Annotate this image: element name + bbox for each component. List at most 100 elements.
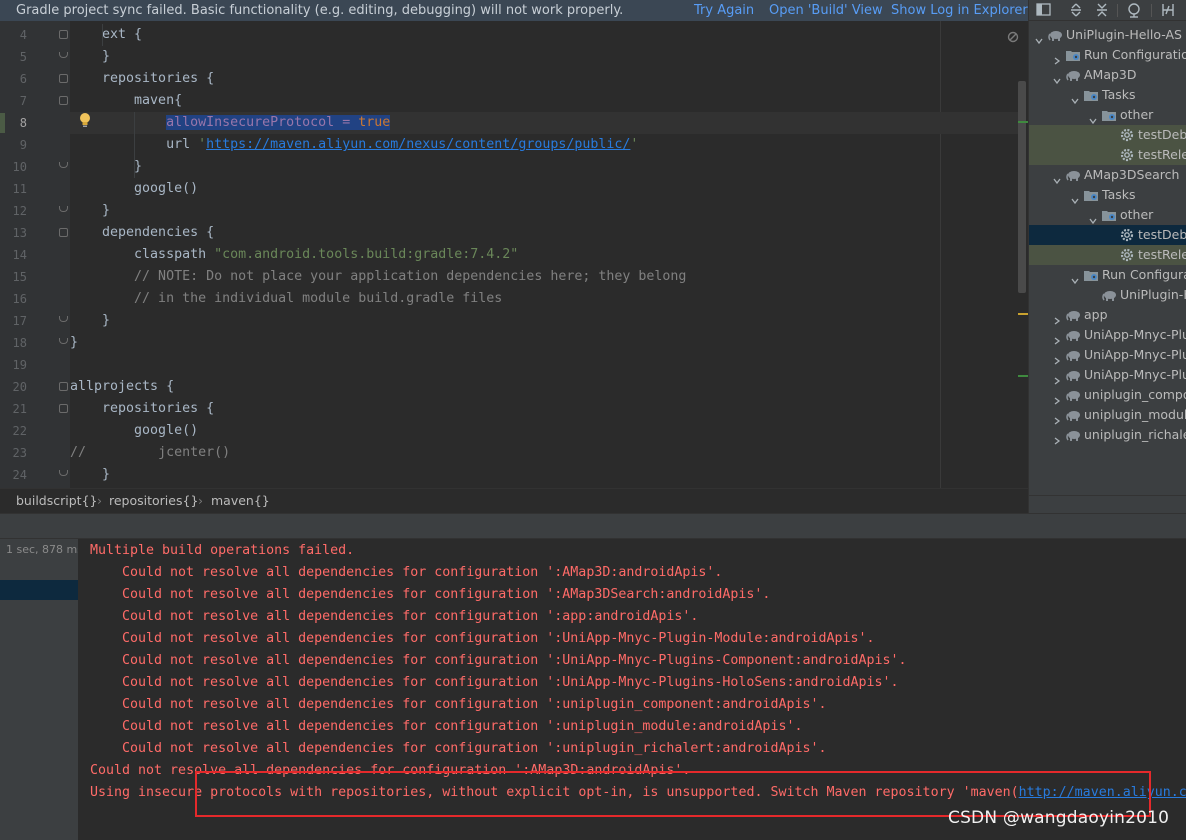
gradle-tree-item[interactable]: Tasks — [1029, 85, 1186, 105]
gradle-tree-item[interactable]: UniPlugin-Hello-AS — [1029, 25, 1186, 45]
code-line[interactable]: allowInsecureProtocol = true — [70, 112, 1018, 134]
code-line[interactable]: url 'https://maven.aliyun.com/nexus/cont… — [70, 134, 1018, 156]
code-line[interactable]: allprojects { — [70, 376, 1018, 398]
code-line[interactable]: ext { — [70, 24, 1018, 46]
code-line[interactable]: } — [70, 464, 1018, 486]
code-line[interactable]: repositories { — [70, 398, 1018, 420]
selected-build-node[interactable] — [0, 580, 78, 600]
gradle-tree-item[interactable]: Tasks — [1029, 185, 1186, 205]
fold-marker-icon[interactable] — [59, 74, 68, 83]
gradle-tree-item[interactable]: app — [1029, 305, 1186, 325]
gradle-tree-item[interactable]: AMap3D — [1029, 65, 1186, 85]
code-line[interactable]: repositories { — [70, 68, 1018, 90]
gradle-tree-item[interactable]: Run Configurations — [1029, 45, 1186, 65]
change-marker[interactable] — [1018, 375, 1028, 377]
code-line[interactable]: // in the individual module build.gradle… — [70, 288, 1018, 310]
gradle-tree-item[interactable]: uniplugin_richalert — [1029, 425, 1186, 445]
chevron-down-icon[interactable] — [1089, 211, 1097, 225]
chevron-down-icon[interactable] — [1089, 111, 1097, 125]
line-number: 23 — [12, 446, 27, 460]
fold-marker-icon[interactable] — [59, 162, 68, 168]
toggle-offline-icon[interactable] — [1159, 2, 1177, 18]
chevron-right-icon[interactable] — [1053, 371, 1061, 385]
gradle-tree-item[interactable]: testDebugUnitTest — [1029, 125, 1186, 145]
chevron-down-icon[interactable] — [1071, 271, 1079, 285]
breadcrumb-item-repositories[interactable]: repositories{} — [109, 489, 198, 513]
editor-scrollbar[interactable] — [1018, 21, 1028, 488]
gradle-tree-item[interactable]: testDebugUnitTest — [1029, 225, 1186, 245]
code-line[interactable]: google() — [70, 420, 1018, 442]
chevron-down-icon[interactable] — [1053, 171, 1061, 185]
fold-marker-icon[interactable] — [59, 470, 68, 476]
code-line[interactable]: // NOTE: Do not place your application d… — [70, 266, 1018, 288]
chevron-down-icon[interactable] — [1071, 191, 1079, 205]
open-build-view-link[interactable]: Open 'Build' View — [769, 0, 883, 21]
line-number: 16 — [12, 292, 27, 306]
gradle-tree-item[interactable]: UniApp-Mnyc-Plugins-HoloSens — [1029, 365, 1186, 385]
build-output-line: Could not resolve all dependencies for c… — [122, 716, 802, 738]
fold-marker-icon[interactable] — [59, 338, 68, 344]
chevron-right-icon[interactable] — [1053, 331, 1061, 345]
gradle-tree-item[interactable]: AMap3DSearch — [1029, 165, 1186, 185]
code-line[interactable]: } — [70, 332, 1018, 354]
code-line[interactable]: } — [70, 46, 1018, 68]
fold-marker-icon[interactable] — [59, 382, 68, 391]
try-again-link[interactable]: Try Again — [694, 0, 754, 21]
gradle-tree-item[interactable]: other — [1029, 205, 1186, 225]
gradle-tree-item[interactable]: Run Configurations — [1029, 265, 1186, 285]
fold-marker-icon[interactable] — [59, 404, 68, 413]
no-problems-icon[interactable] — [1007, 31, 1019, 43]
code-line[interactable]: classpath "com.android.tools.build:gradl… — [70, 244, 1018, 266]
chevron-right-icon[interactable] — [1053, 411, 1061, 425]
gradle-tree-item[interactable]: other — [1029, 105, 1186, 125]
build-output-console[interactable]: Multiple build operations failed. Could n… — [78, 539, 1186, 840]
gradle-tree-item[interactable]: UniApp-Mnyc-Plugin-Module — [1029, 325, 1186, 345]
code-line[interactable]: } — [70, 310, 1018, 332]
code-line[interactable]: } — [70, 200, 1018, 222]
fold-marker-icon[interactable] — [59, 228, 68, 237]
gradle-tree-item[interactable]: testReleaseUnitTest — [1029, 145, 1186, 165]
chevron-down-icon[interactable] — [1071, 91, 1079, 105]
code-line[interactable]: // jcenter() — [70, 442, 1018, 464]
lightbulb-icon[interactable] — [78, 112, 92, 128]
fold-marker-icon[interactable] — [59, 316, 68, 322]
fold-marker-icon[interactable] — [59, 96, 68, 105]
chevron-right-icon[interactable] — [1053, 351, 1061, 365]
fold-marker-icon[interactable] — [59, 30, 68, 39]
maven-repository-link[interactable]: http://maven.aliyun.com/nexus/content/gr… — [1019, 785, 1186, 800]
gradle-tree-item[interactable]: uniplugin_component — [1029, 385, 1186, 405]
gradle-tree-item[interactable]: UniApp-Mnyc-Plugins-Component — [1029, 345, 1186, 365]
chevron-right-icon[interactable] — [1053, 311, 1061, 325]
line-number: 11 — [12, 182, 27, 196]
code-line[interactable]: } — [70, 156, 1018, 178]
chevron-down-icon[interactable] — [1035, 31, 1043, 45]
analyze-dependencies-icon[interactable] — [1125, 2, 1143, 18]
fold-marker-icon[interactable] — [59, 206, 68, 212]
gradle-tree-item[interactable]: testReleaseUnitTest — [1029, 245, 1186, 265]
code-line[interactable]: google() — [70, 178, 1018, 200]
warning-marker[interactable] — [1018, 313, 1028, 315]
gradle-tree-label: app — [1084, 307, 1108, 322]
code-token[interactable]: https://maven.aliyun.com/nexus/content/g… — [206, 137, 630, 152]
gradle-tree-item[interactable]: uniplugin_module — [1029, 405, 1186, 425]
collapse-all-icon[interactable] — [1093, 2, 1111, 18]
scrollbar-thumb[interactable] — [1018, 81, 1026, 293]
gradle-tree-item[interactable]: UniPlugin-Hello-AS — [1029, 285, 1186, 305]
line-number: 22 — [12, 424, 27, 438]
expand-all-icon[interactable] — [1067, 2, 1085, 18]
breadcrumb-item-buildscript[interactable]: buildscript{} — [16, 489, 97, 513]
show-log-link[interactable]: Show Log in Explorer — [891, 0, 1028, 21]
code-line[interactable]: dependencies { — [70, 222, 1018, 244]
chevron-right-icon[interactable] — [1053, 51, 1061, 65]
code-line[interactable]: maven{ — [70, 90, 1018, 112]
code-editor[interactable]: ext { } repositories { maven{ allowInsec… — [70, 21, 1018, 488]
chevron-right-icon[interactable] — [1053, 431, 1061, 445]
fold-marker-icon[interactable] — [59, 52, 68, 58]
build-output-line: Could not resolve all dependencies for c… — [122, 562, 722, 584]
change-marker[interactable] — [1018, 121, 1028, 123]
panel-layout-icon[interactable] — [1035, 2, 1053, 18]
code-line[interactable] — [70, 354, 1018, 376]
chevron-right-icon[interactable] — [1053, 391, 1061, 405]
breadcrumb-item-maven[interactable]: maven{} — [211, 489, 270, 513]
chevron-down-icon[interactable] — [1053, 71, 1061, 85]
